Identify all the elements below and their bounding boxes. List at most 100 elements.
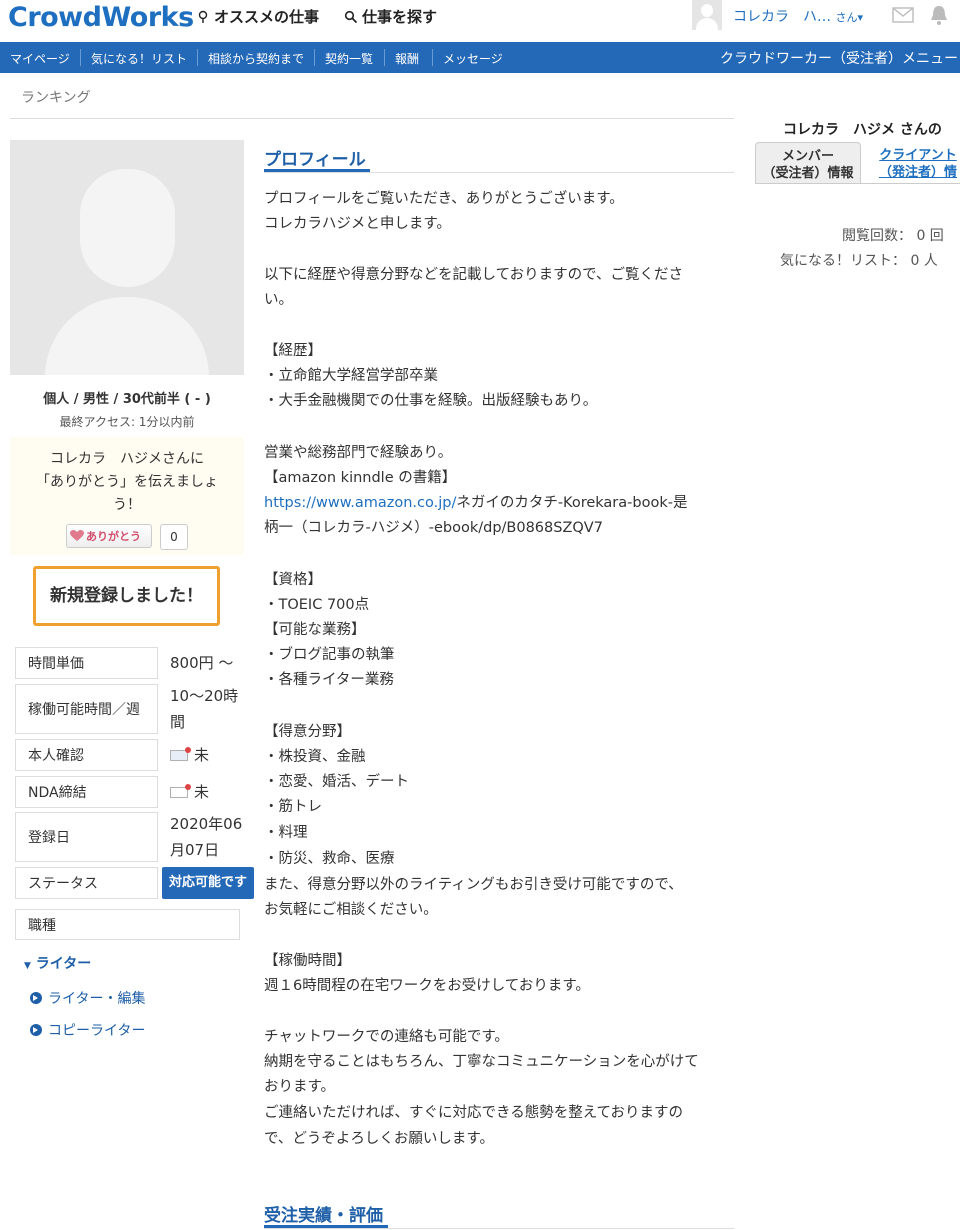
profile-photo <box>10 140 244 375</box>
menu-consult-to-contract[interactable]: 相談から契約まで <box>208 50 304 67</box>
breadcrumb[interactable]: ランキング <box>21 87 91 107</box>
user-avatar[interactable] <box>692 0 722 30</box>
profile-text-line: 【amazon kinndle の書籍】 <box>264 470 457 486</box>
profile-text-line: ・立命館大学経営学部卒業 <box>264 368 438 384</box>
weekly-hours-line: 間 <box>170 713 186 731</box>
menu-divider <box>80 49 81 66</box>
job-type-label: 職種 <box>15 909 240 940</box>
profile-text-line: 【資格】 <box>264 572 322 588</box>
weekly-hours-line: 10〜20時 <box>170 687 239 705</box>
subcategory-writer-editor[interactable]: ライター・編集 <box>30 988 145 1008</box>
right-panel-title: コレカラ ハジメ さんの <box>783 122 942 138</box>
profile-text-line: 営業や総務部門で経験あり。 <box>264 445 453 461</box>
lightbulb-icon <box>198 10 208 23</box>
favorites-stat: 気になる！リスト： 0 人 <box>780 250 938 270</box>
amazon-link-rest: ネガイのカタチ-Korekara-book-是 <box>456 495 688 511</box>
identity-value: 未 <box>170 742 209 768</box>
tab-client-info[interactable]: クライアント （発注者）情 <box>863 142 960 184</box>
category-writer[interactable]: ▼ ライター <box>24 953 91 973</box>
user-name: コレカラ ハ… <box>733 9 831 25</box>
profile-text-line: 【可能な業務】 <box>264 622 366 638</box>
nda-value: 未 <box>170 779 209 805</box>
registered-date-line: 2020年06 <box>170 815 243 833</box>
registered-date-label: 登録日 <box>15 812 158 862</box>
id-card-icon <box>170 747 191 761</box>
tab-member-line: メンバー <box>781 149 834 164</box>
profile-section-divider <box>264 172 734 173</box>
profile-text-line: 【得意分野】 <box>264 724 351 740</box>
menu-favorites[interactable]: 気になる！リスト <box>91 50 187 67</box>
profile-text-line: ・TOEIC 700点 <box>264 597 370 613</box>
profile-text-line: ・料理 <box>264 825 308 841</box>
crowdworks-logo[interactable]: CrowdWorks <box>8 2 194 33</box>
status-label: ステータス <box>15 867 158 899</box>
menu-divider <box>197 49 198 66</box>
arrow-circle-icon <box>30 992 42 1004</box>
tab-client-line: クライアント <box>879 148 957 163</box>
subcategory-label: コピーライター <box>48 1023 146 1039</box>
caret-down-icon: ▼ <box>24 961 31 971</box>
user-suffix: さん▾ <box>835 11 863 24</box>
tab-client-line: （発注者）情 <box>878 165 957 180</box>
thanks-count: 0 <box>160 524 188 550</box>
weekly-hours-value: 10〜20時 間 <box>170 683 238 735</box>
main-menubar: マイページ 気になる！リスト 相談から契約まで 契約一覧 報酬 メッセージ クラ… <box>0 42 960 73</box>
orders-section-title: 受注実績・評価 <box>264 1206 383 1226</box>
profile-text-line: ご連絡いただければ、すぐに対応できる態勢を整えておりますの <box>264 1105 684 1121</box>
profile-text-line: い。 <box>264 292 293 308</box>
mail-icon[interactable] <box>892 6 914 24</box>
favorites-label: 気になる！リスト： <box>780 253 906 269</box>
menu-divider <box>314 49 315 66</box>
nav-search-jobs[interactable]: 仕事を探す <box>344 6 437 27</box>
subcategory-copywriter[interactable]: コピーライター <box>30 1020 145 1040</box>
profile-basic-info: 個人 / 男性 / 30代前半 ( - ) <box>43 392 211 407</box>
thanks-button-label: ありがとう <box>86 530 141 543</box>
menu-mypage[interactable]: マイページ <box>10 50 70 67</box>
menu-rewards[interactable]: 報酬 <box>395 50 419 67</box>
identity-label: 本人確認 <box>15 739 158 771</box>
profile-text-line: 【稼働時間】 <box>264 953 351 969</box>
views-label: 閲覧回数： <box>842 228 912 244</box>
registered-banner: 新規登録しました！ <box>33 566 220 626</box>
profile-text-line: ・筋トレ <box>264 799 322 815</box>
profile-text-line: ・株投資、金融 <box>264 749 366 765</box>
profile-text-line: コレカラハジメと申します。 <box>264 216 451 232</box>
nav-recommended-jobs[interactable]: オススメの仕事 <box>196 6 319 27</box>
profile-text-line: ・防災、救命、医療 <box>264 851 395 867</box>
tab-member-info[interactable]: メンバー （受注者）情報 <box>755 142 861 184</box>
menu-divider <box>432 49 433 66</box>
amazon-link[interactable]: https://www.amazon.co.jp/ <box>264 495 456 511</box>
identity-status: 未 <box>194 746 210 764</box>
thanks-button[interactable]: ありがとう <box>66 524 152 548</box>
top-header: CrowdWorks オススメの仕事 仕事を探す コレカラ ハ… さん▾ <box>0 0 960 42</box>
menu-contracts[interactable]: 契約一覧 <box>325 50 373 67</box>
profile-text-line: ・恋愛、婚活、デート <box>264 774 409 790</box>
menu-divider <box>384 49 385 66</box>
nav-recommended-label: オススメの仕事 <box>214 8 320 26</box>
nda-icon <box>170 784 191 798</box>
profile-text-line: お気軽にご相談ください。 <box>264 902 438 918</box>
weekly-hours-label: 稼働可能時間／週 <box>15 684 158 734</box>
views-stat: 閲覧回数： 0 回 <box>842 225 944 245</box>
bell-icon[interactable] <box>929 4 949 26</box>
menu-worker-menu[interactable]: クラウドワーカー（受注者）メニュー <box>720 48 958 68</box>
category-writer-label: ライター <box>35 956 92 972</box>
menu-messages[interactable]: メッセージ <box>443 50 503 67</box>
profile-text-line: で、どうぞよろしくお願いします。 <box>264 1131 494 1147</box>
nda-status: 未 <box>194 783 210 801</box>
profile-text-line: ・大手金融機関での仕事を経験。出版経験もあり。 <box>264 393 598 409</box>
profile-text-line: 週１6時間程の在宅ワークをお受けしております。 <box>264 978 590 994</box>
orders-section-divider <box>264 1228 734 1229</box>
profile-text-line: 【経歴】 <box>264 343 322 359</box>
hourly-rate-label: 時間単価 <box>15 647 158 679</box>
subcategory-label: ライター・編集 <box>48 991 146 1007</box>
profile-text-line: 柄一（コレカラ-ハジメ）-ebook/dp/B0868SZQV7 <box>264 520 603 536</box>
thanks-line: 「ありがとう」を伝えましょ <box>36 474 218 490</box>
profile-text-line: おります。 <box>264 1079 336 1095</box>
heart-icon <box>70 530 84 541</box>
hourly-rate-value: 800円 ～ <box>170 654 234 672</box>
favorites-value: 0 人 <box>910 253 938 269</box>
profile-text-line: チャットワークでの連絡も可能です。 <box>264 1029 509 1045</box>
user-menu[interactable]: コレカラ ハ… さん▾ <box>733 6 863 26</box>
nav-search-label: 仕事を探す <box>362 8 438 26</box>
